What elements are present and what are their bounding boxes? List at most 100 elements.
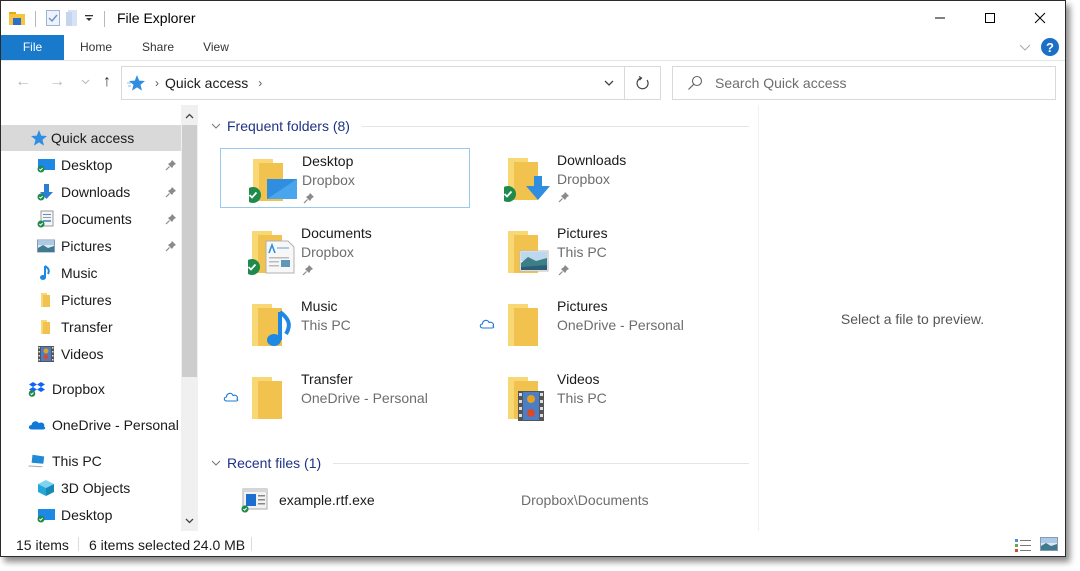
desktop-icon [37,506,55,524]
folder-tile-music[interactable]: Music This PC [220,294,470,354]
folder-location: Dropbox [557,171,610,187]
sidebar-item-onedrive[interactable]: OneDrive - Personal [1,412,181,438]
sidebar-item-music[interactable]: Music [1,260,181,286]
sidebar-item-downloads[interactable]: Downloads [1,179,181,205]
pin-icon[interactable] [165,158,177,174]
tab-view[interactable]: View [193,35,239,60]
window-controls [915,1,1065,35]
tab-file[interactable]: File [1,35,64,60]
tab-home[interactable]: Home [71,35,121,60]
properties-icon[interactable] [46,9,60,29]
help-button[interactable]: ? [1041,38,1059,56]
pin-icon[interactable] [165,185,177,201]
folder-tile-documents[interactable]: Documents Dropbox [220,221,470,281]
folder-location: OneDrive - Personal [557,317,684,333]
sidebar-item-dropbox[interactable]: Dropbox [1,376,181,402]
search-input[interactable] [715,75,1015,91]
folder-tile-pictures-onedrive[interactable]: Pictures OneDrive - Personal [476,294,726,354]
sidebar-item-pictures[interactable]: Pictures [1,233,181,259]
item-count: 15 items [16,537,69,553]
sidebar-item-desktop[interactable]: Desktop [1,152,181,178]
downloads-folder-icon [504,158,550,202]
folder-name: Documents [301,225,372,241]
new-folder-icon[interactable] [66,9,78,29]
folder-tile-pictures[interactable]: Pictures This PC [476,221,726,281]
up-button[interactable]: ↑ [97,72,117,92]
sidebar-item-label: Pictures [61,238,112,254]
file-explorer-window: File Explorer File Home Share View ? ← →… [0,0,1066,557]
status-divider [251,537,252,551]
group-header-frequent[interactable]: Frequent folders (8) [211,118,749,134]
folder-tile-transfer[interactable]: Transfer OneDrive - Personal [220,367,470,427]
scroll-down-button[interactable] [181,512,198,529]
breadcrumb-separator-icon[interactable]: › [155,76,159,90]
chevron-down-icon [185,518,194,523]
chevron-down-icon[interactable] [211,457,225,469]
forward-button[interactable]: → [47,72,67,92]
pin-icon[interactable] [165,212,177,228]
scroll-up-button[interactable] [181,107,198,124]
folder-tile-downloads[interactable]: Downloads Dropbox [476,148,726,208]
folder-name: Videos [557,371,600,387]
sidebar-item-this-pc[interactable]: This PC [1,448,181,474]
sidebar-item-transfer[interactable]: Transfer [1,314,181,340]
sidebar-item-label: Music [61,265,98,281]
folder-tile-desktop[interactable]: Desktop Dropbox [220,148,470,208]
scroll-thumb[interactable] [182,125,197,377]
group-divider [333,462,749,464]
sidebar-item-desktop-pc[interactable]: Desktop [1,502,181,528]
quick-access-toolbar [9,9,109,29]
recent-file-row[interactable]: example.rtf.exe Dropbox\Documents [239,485,739,515]
minimize-icon [935,17,945,19]
cloud-status-icon [479,316,495,332]
sidebar-item-quick-access[interactable]: Quick access [1,125,181,151]
expand-ribbon-button[interactable] [1019,39,1031,55]
sidebar-scrollbar[interactable] [181,105,198,531]
customize-dropdown-icon[interactable] [84,13,94,26]
sidebar-item-label: Dropbox [52,381,105,397]
large-icons-view-icon [1040,537,1058,551]
dropbox-icon [28,380,46,398]
folder-location: Dropbox [302,172,355,188]
details-view-button[interactable] [1014,537,1032,553]
window-title: File Explorer [117,10,196,26]
folder-icon [37,291,55,309]
toolbar-divider [104,11,105,27]
sidebar-item-videos[interactable]: Videos [1,341,181,367]
group-divider [361,125,749,127]
music-folder-icon [252,304,291,346]
sidebar-item-label: Downloads [61,184,131,200]
refresh-button[interactable] [624,67,660,99]
file-path: Dropbox\Documents [521,492,649,508]
sidebar-item-pictures-onedrive[interactable]: Pictures [1,287,181,313]
ribbon-tabs: File Home Share View ? [1,35,1065,61]
address-history-dropdown[interactable] [594,67,624,99]
sidebar-item-label: Desktop [61,507,113,523]
breadcrumb-quick-access[interactable]: Quick access [165,75,248,91]
recent-locations-button[interactable] [75,72,95,92]
group-title: Frequent folders (8) [227,118,350,134]
search-box[interactable] [672,66,1056,100]
file-list-pane: Frequent folders (8) Desktop Dropbox Dow… [199,105,757,531]
sidebar-item-label: OneDrive - Personal [52,417,179,433]
folder-tile-videos[interactable]: Videos This PC [476,367,726,427]
folder-icon[interactable] [9,11,25,28]
large-icons-view-button[interactable] [1040,537,1058,553]
executable-file-icon [241,487,269,516]
chevron-down-icon[interactable] [211,120,225,132]
group-header-recent[interactable]: Recent files (1) [211,455,749,471]
selection-size: 24.0 MB [193,537,246,553]
maximize-button[interactable] [965,1,1015,35]
videos-icon [37,345,55,363]
downloads-icon [37,183,55,201]
sidebar-item-3d-objects[interactable]: 3D Objects [1,475,181,501]
pin-icon[interactable] [165,239,177,255]
minimize-button[interactable] [915,1,965,35]
tab-share[interactable]: Share [133,35,183,60]
folder-name: Pictures [557,225,608,241]
sidebar-item-documents[interactable]: Documents [1,206,181,232]
breadcrumb-separator-icon[interactable]: › [258,76,262,90]
address-bar[interactable]: › Quick access › [121,66,661,100]
close-button[interactable] [1015,1,1065,35]
back-button[interactable]: ← [13,72,33,92]
